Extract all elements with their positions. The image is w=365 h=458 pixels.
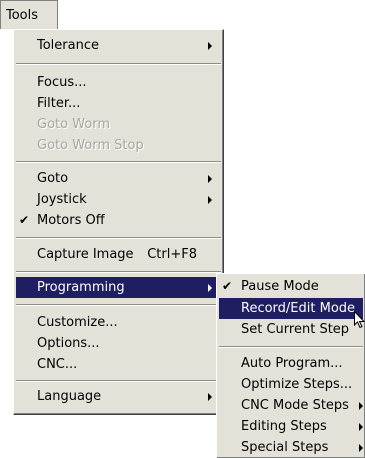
menu-item-language[interactable]: Language	[16, 386, 221, 407]
menu-separator	[16, 271, 221, 273]
pause-mode-label: Pause Mode	[241, 279, 319, 294]
submenu-arrow-icon	[208, 284, 212, 292]
submenu-arrow-icon	[208, 42, 212, 50]
submenu-arrow-icon	[359, 444, 363, 452]
menu-item-set-current-step[interactable]: Set Current Step	[219, 319, 363, 340]
submenu-arrow-icon	[359, 423, 363, 431]
menu-separator	[16, 304, 221, 306]
programming-label: Programming	[37, 280, 125, 295]
capture-image-label: Capture Image	[37, 247, 134, 262]
menu-separator	[219, 346, 363, 348]
tools-menu: Tolerance Focus... Filter... Goto Worm G…	[13, 29, 224, 415]
programming-submenu: ✔ Pause Mode Record/Edit Mode Set Curren…	[216, 273, 365, 458]
menu-item-motors-off[interactable]: ✔ Motors Off	[16, 210, 221, 231]
menu-separator	[16, 380, 221, 382]
optimize-steps-label: Optimize Steps...	[241, 377, 353, 392]
menu-item-cnc-mode-steps[interactable]: CNC Mode Steps	[219, 395, 363, 416]
menu-item-goto[interactable]: Goto	[16, 168, 221, 189]
tools-menubar-label: Tools	[6, 8, 39, 23]
goto-worm-stop-label: Goto Worm Stop	[37, 138, 144, 153]
menu-item-editing-steps[interactable]: Editing Steps	[219, 416, 363, 437]
tools-menubar-item[interactable]: Tools	[0, 0, 58, 29]
capture-image-shortcut: Ctrl+F8	[147, 247, 197, 262]
submenu-arrow-icon	[208, 196, 212, 204]
special-steps-label: Special Steps	[241, 440, 329, 455]
auto-program-label: Auto Program...	[241, 356, 343, 371]
menu-item-focus[interactable]: Focus...	[16, 72, 221, 93]
customize-label: Customize...	[37, 315, 118, 330]
menu-item-goto-worm: Goto Worm	[16, 114, 221, 135]
menu-item-optimize-steps[interactable]: Optimize Steps...	[219, 374, 363, 395]
submenu-arrow-icon	[359, 402, 363, 410]
goto-label: Goto	[37, 171, 69, 186]
menu-item-capture-image[interactable]: Capture Image Ctrl+F8	[16, 244, 221, 265]
options-label: Options...	[37, 336, 100, 351]
record-edit-mode-label: Record/Edit Mode	[241, 301, 356, 316]
menu-separator	[16, 161, 221, 163]
submenu-arrow-icon	[208, 175, 212, 183]
filter-label: Filter...	[37, 96, 81, 111]
menu-item-goto-worm-stop: Goto Worm Stop	[16, 135, 221, 156]
menu-item-filter[interactable]: Filter...	[16, 93, 221, 114]
checkmark-icon: ✔	[222, 279, 233, 293]
menu-item-customize[interactable]: Customize...	[16, 312, 221, 333]
menu-item-pause-mode[interactable]: ✔ Pause Mode	[219, 276, 363, 297]
menu-separator	[16, 237, 221, 239]
submenu-arrow-icon	[208, 393, 212, 401]
menu-item-programming[interactable]: Programming	[16, 277, 221, 298]
motors-off-label: Motors Off	[37, 213, 105, 228]
joystick-label: Joystick	[37, 192, 87, 207]
cnc-label: CNC...	[37, 357, 78, 372]
editing-steps-label: Editing Steps	[241, 419, 327, 434]
cnc-mode-steps-label: CNC Mode Steps	[241, 398, 349, 413]
menu-item-cnc[interactable]: CNC...	[16, 354, 221, 375]
menu-item-record-edit-mode[interactable]: Record/Edit Mode	[219, 298, 363, 319]
menu-item-auto-program[interactable]: Auto Program...	[219, 353, 363, 374]
menu-item-tolerance[interactable]: Tolerance	[16, 35, 221, 56]
menu-separator	[16, 63, 221, 65]
set-current-step-label: Set Current Step	[241, 322, 350, 337]
tolerance-label: Tolerance	[37, 38, 99, 53]
goto-worm-label: Goto Worm	[37, 117, 111, 132]
checkmark-icon: ✔	[19, 213, 30, 227]
focus-label: Focus...	[37, 75, 87, 90]
language-label: Language	[37, 389, 102, 404]
menu-item-special-steps[interactable]: Special Steps	[219, 437, 363, 458]
menu-item-options[interactable]: Options...	[16, 333, 221, 354]
menu-item-joystick[interactable]: Joystick	[16, 189, 221, 210]
mouse-cursor-icon	[354, 310, 365, 333]
